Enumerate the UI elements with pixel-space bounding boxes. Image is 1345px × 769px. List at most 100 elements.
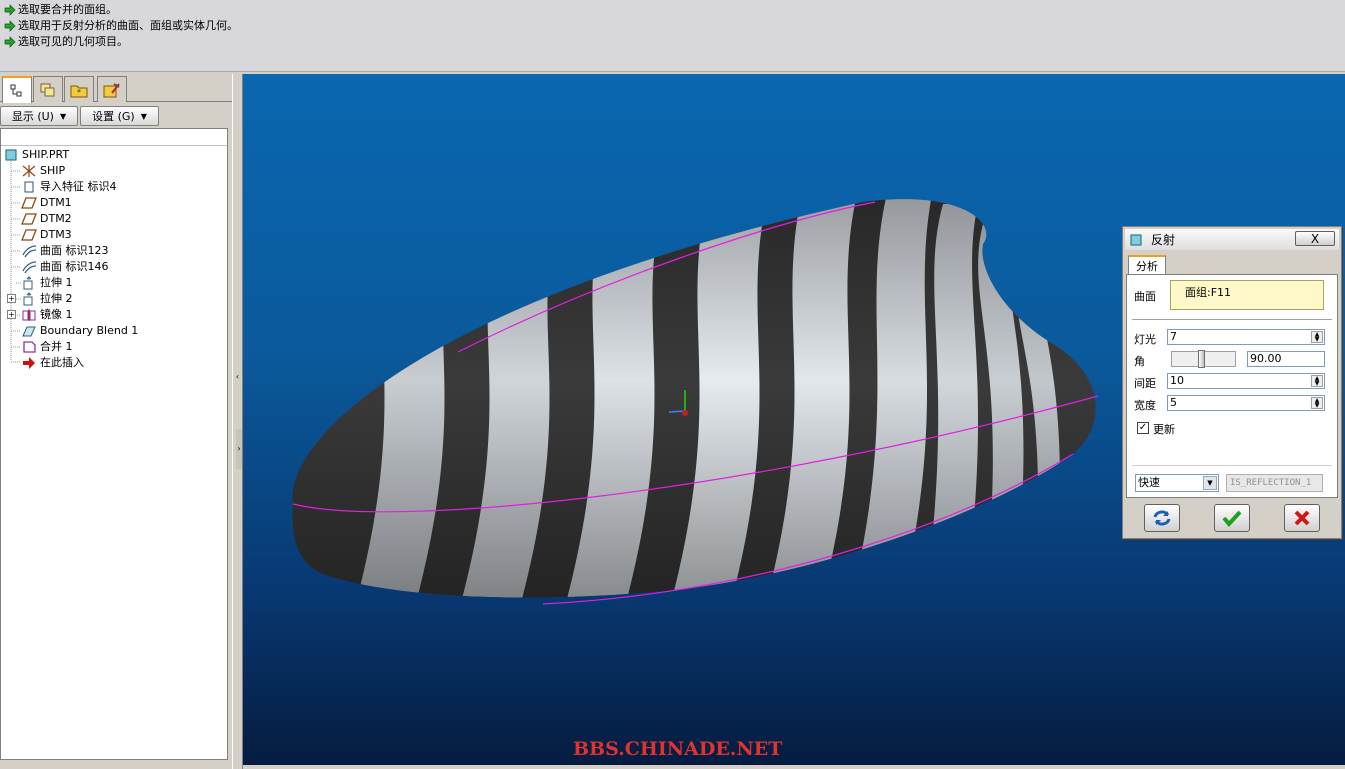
collapse-left-icon[interactable]: ‹ xyxy=(234,370,241,384)
tree-item-ship-csys[interactable]: SHIP xyxy=(21,163,65,179)
datum-plane-icon xyxy=(21,212,37,226)
result-name: IS_REFLECTION_1 xyxy=(1230,478,1312,488)
tree-item-dtm1[interactable]: DTM1 xyxy=(21,195,72,211)
tree-item-dtm3[interactable]: DTM3 xyxy=(21,227,72,243)
watermark-text: BBS.CHINADE.NET xyxy=(573,738,783,760)
close-icon xyxy=(1294,510,1310,526)
tree-toolbar: 显示 (U) ▼ 设置 (G) ▼ xyxy=(0,105,232,127)
tree-item-label: DTM3 xyxy=(40,228,72,241)
spin-arrows-icon[interactable]: ▲ ▼ xyxy=(1311,331,1323,343)
separator xyxy=(1132,319,1332,320)
folder-icon: * xyxy=(70,85,88,97)
tree-item-label: 拉伸 2 xyxy=(40,292,73,305)
tab-favorites[interactable] xyxy=(97,76,127,102)
spacing-label: 间距 xyxy=(1134,377,1156,390)
cancel-button[interactable] xyxy=(1284,504,1320,532)
tools-icon xyxy=(103,82,120,97)
tree-item-extrude-1[interactable]: 拉伸 1 xyxy=(21,275,73,291)
extrude-icon xyxy=(21,276,37,290)
width-stepper[interactable]: 5 ▲ ▼ xyxy=(1167,395,1325,411)
tree-item-label: 在此插入 xyxy=(40,356,84,369)
tree-item-mirror-1[interactable]: 镜像 1 xyxy=(21,307,73,323)
tree-item-surface-123[interactable]: 曲面 标识123 xyxy=(21,243,109,259)
light-stepper[interactable]: 7 ▲ ▼ xyxy=(1167,329,1325,345)
expand-toggle[interactable]: + xyxy=(7,310,16,319)
tree-item-label: 拉伸 1 xyxy=(40,276,73,289)
mirror-icon xyxy=(21,308,37,322)
spin-arrows-icon[interactable]: ▲ ▼ xyxy=(1311,375,1323,387)
spin-arrows-icon[interactable]: ▲ ▼ xyxy=(1311,397,1323,409)
tab-label: 分析 xyxy=(1136,260,1158,273)
quality-value: 快速 xyxy=(1138,476,1160,489)
green-arrow-icon xyxy=(4,36,16,48)
tab-model-tree[interactable] xyxy=(2,76,32,103)
expand-right-icon[interactable]: › xyxy=(236,429,242,469)
expand-toggle[interactable]: + xyxy=(7,294,16,303)
tree-item-ship-prt[interactable]: SHIP.PRT xyxy=(3,147,69,163)
model-tree-icon xyxy=(10,84,22,96)
surface-collector[interactable]: 面组:F11 xyxy=(1170,280,1324,310)
merge-icon xyxy=(21,340,37,354)
tree-item-boundary-blend-1[interactable]: Boundary Blend 1 xyxy=(21,323,138,339)
message-text: 选取用于反射分析的曲面、面组或实体几何。 xyxy=(18,19,238,32)
panel-splitter[interactable]: ‹ › xyxy=(232,74,243,769)
navigator-tabs: * xyxy=(0,74,232,103)
close-button[interactable]: X xyxy=(1295,231,1335,246)
insert-here-arrow-icon xyxy=(21,356,37,370)
svg-text:*: * xyxy=(77,88,81,97)
message-text: 选取可见的几何项目。 xyxy=(18,35,128,48)
datum-plane-icon xyxy=(21,228,37,242)
coordinate-system-icon xyxy=(21,164,37,178)
chevron-down-icon[interactable]: ▼ xyxy=(1203,476,1217,490)
tree-item-merge-1[interactable]: 合并 1 xyxy=(21,339,73,355)
green-arrow-icon xyxy=(4,4,16,16)
tab-folder-browser[interactable]: * xyxy=(64,76,94,102)
settings-dropdown-label: 设置 (G) xyxy=(92,110,135,123)
check-icon xyxy=(1222,510,1242,528)
tree-item-surface-146[interactable]: 曲面 标识146 xyxy=(21,259,109,275)
tab-layers[interactable] xyxy=(33,76,63,102)
tree-item-label: DTM2 xyxy=(40,212,72,225)
message-area: 选取要合并的面组。 选取用于反射分析的曲面、面组或实体几何。 选取可见的几何项目… xyxy=(0,0,1345,72)
tab-analysis[interactable]: 分析 xyxy=(1128,255,1166,275)
ok-button[interactable] xyxy=(1214,504,1250,532)
angle-input[interactable]: 90.00 xyxy=(1247,351,1325,367)
settings-dropdown[interactable]: 设置 (G) ▼ xyxy=(80,106,159,126)
update-checkbox[interactable]: ✓ xyxy=(1137,422,1149,434)
result-name-field[interactable]: IS_REFLECTION_1 xyxy=(1226,474,1323,492)
analysis-panel: 曲面 面组:F11 灯光 7 ▲ ▼ 角 90.00 间距 10 ▲ ▼ 宽度 5 ▲ ▼ … xyxy=(1126,274,1338,498)
green-arrow-icon xyxy=(4,20,16,32)
part-icon xyxy=(3,148,19,162)
layers-icon xyxy=(40,83,55,96)
angle-value: 90.00 xyxy=(1250,352,1282,365)
message-line: 选取可见的几何项目。 xyxy=(4,34,1341,50)
tree-item-label: SHIP xyxy=(40,164,66,177)
message-text: 选取要合并的面组。 xyxy=(18,3,117,16)
tree-item-insert-here[interactable]: 在此插入 xyxy=(21,355,84,371)
repaint-button[interactable] xyxy=(1144,504,1180,532)
show-dropdown[interactable]: 显示 (U) ▼ xyxy=(0,106,78,126)
spacing-stepper[interactable]: 10 ▲ ▼ xyxy=(1167,373,1325,389)
model-tree: + + SHIP.PRT SHIP 导入特征 标识4 DTM1 DTM2 DTM… xyxy=(0,128,228,760)
tree-item-extrude-2[interactable]: 拉伸 2 xyxy=(21,291,73,307)
quality-select[interactable]: 快速 ▼ xyxy=(1135,474,1219,492)
angle-slider[interactable] xyxy=(1171,350,1236,368)
slider-thumb[interactable] xyxy=(1198,350,1205,368)
tree-item-label: 导入特征 标识4 xyxy=(40,180,117,193)
reflection-dialog: 反射 X 分析 曲面 面组:F11 灯光 7 ▲ ▼ 角 90.00 间距 10 ▲ ▼… xyxy=(1122,226,1342,539)
zebra-stripes xyxy=(292,199,1096,598)
message-line: 选取用于反射分析的曲面、面组或实体几何。 xyxy=(4,18,1341,34)
light-value: 7 xyxy=(1170,330,1177,343)
tree-item-label: 合并 1 xyxy=(40,340,73,353)
surface-value: 面组:F11 xyxy=(1185,286,1232,299)
surface-icon xyxy=(21,244,37,258)
import-feature-icon xyxy=(21,180,37,194)
dialog-title: 反射 xyxy=(1151,233,1176,247)
dialog-app-icon xyxy=(1130,234,1142,245)
tree-item-label: Boundary Blend 1 xyxy=(40,324,139,337)
tree-item-label: DTM1 xyxy=(40,196,72,209)
tree-item-dtm2[interactable]: DTM2 xyxy=(21,211,72,227)
dialog-titlebar[interactable]: 反射 X xyxy=(1125,229,1339,250)
surface-icon xyxy=(21,260,37,274)
tree-item-import-feature[interactable]: 导入特征 标识4 xyxy=(21,179,117,195)
